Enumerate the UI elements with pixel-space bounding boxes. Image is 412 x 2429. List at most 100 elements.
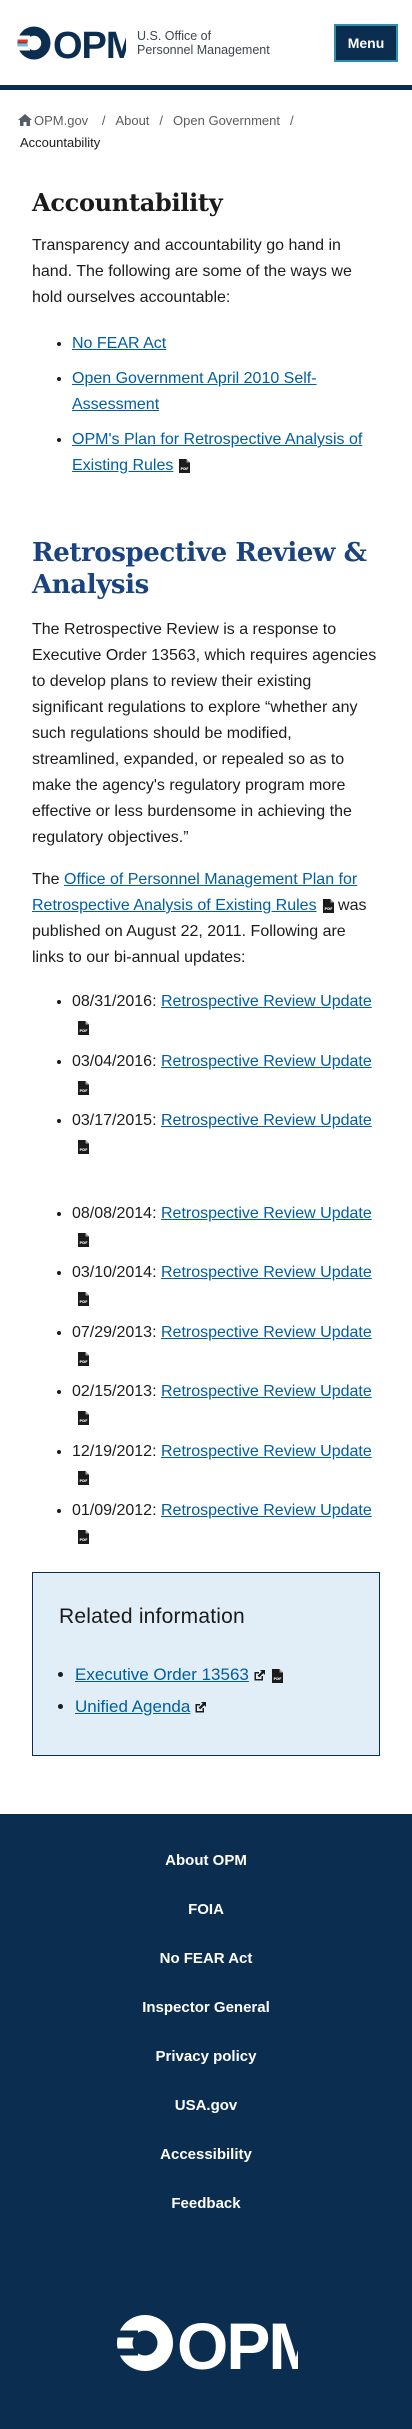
svg-text:PDF: PDF	[79, 1300, 88, 1304]
updates-list-recent: 08/31/2016: Retrospective Review Update P…	[32, 989, 380, 1160]
accountability-intro: Transparency and accountability go hand …	[32, 237, 352, 306]
list-item: Unified Agenda	[75, 1693, 355, 1721]
footer-opm-logo: OPM	[114, 2312, 298, 2374]
list-item: 03/04/2016: Retrospective Review Update P…	[72, 1049, 380, 1101]
svg-text:PDF: PDF	[79, 1538, 88, 1542]
svg-text:PDF: PDF	[273, 1677, 282, 1681]
related-information-heading: Related information	[59, 1605, 245, 1628]
breadcrumb-current: Accountability	[20, 135, 101, 150]
breadcrumb-separator: /	[101, 113, 106, 128]
pdf-icon: PDF	[78, 1232, 89, 1247]
breadcrumb-item-home[interactable]: OPM.gov	[18, 113, 92, 128]
pdf-icon: PDF	[78, 1292, 89, 1306]
list-item: Executive Order 13563 PDF	[75, 1661, 355, 1689]
svg-text:PDF: PDF	[79, 1419, 88, 1423]
agency-line-2: Personnel Management	[137, 42, 270, 57]
update-link[interactable]: Retrospective Review Update	[161, 1205, 372, 1222]
update-date: 03/04/2016:	[72, 1052, 157, 1070]
footer-link-about-opm[interactable]: About OPM	[0, 1851, 412, 1900]
svg-text:PDF: PDF	[324, 907, 333, 911]
update-link[interactable]: Retrospective Review Update	[161, 1112, 372, 1129]
svg-text:OPM: OPM	[53, 25, 126, 61]
update-date: 01/09/2012:	[72, 1502, 157, 1519]
pdf-icon: PDF	[322, 899, 334, 913]
related-links: Executive Order 13563 PDF Unified Agenda	[59, 1661, 355, 1721]
external-link-icon	[254, 1670, 265, 1681]
breadcrumb-item-about[interactable]: About	[115, 113, 149, 128]
footer-link-inspector-general[interactable]: Inspector General	[0, 1998, 412, 2047]
pdf-icon: PDF	[179, 459, 191, 473]
home-icon	[18, 114, 32, 126]
svg-text:PDF: PDF	[79, 1479, 88, 1483]
no-fear-act-link[interactable]: No FEAR Act	[72, 335, 166, 352]
svg-text:PDF: PDF	[79, 1029, 88, 1033]
list-item: 02/15/2013: Retrospective Review Update P…	[72, 1379, 380, 1431]
opm-retrospective-plan-link[interactable]: Office of Personnel Management Plan for …	[32, 871, 357, 914]
update-date: 03/17/2015:	[72, 1112, 157, 1129]
footer-link-usa-gov[interactable]: USA.gov	[0, 2096, 412, 2145]
opm-logo: OPM	[16, 25, 126, 61]
footer-link-no-fear-act[interactable]: No FEAR Act	[0, 1949, 412, 1998]
footer-logo-link[interactable]: OPM	[0, 2312, 412, 2374]
unified-agenda-link[interactable]: Unified Agenda	[75, 1697, 190, 1716]
text: The	[32, 871, 65, 888]
list-item: 12/19/2012: Retrospective Review Update P…	[72, 1439, 380, 1491]
breadcrumb-item-open-government[interactable]: Open Government	[173, 113, 280, 128]
list-item: Open Government April 2010 Self-Assessme…	[72, 366, 380, 418]
retrospective-plan-paragraph: The Office of Personnel Management Plan …	[32, 867, 380, 971]
breadcrumb: OPM.gov / About / Open Government / Accounta…	[0, 90, 412, 154]
accountability-links: No FEAR Act Open Government April 2010 S…	[32, 331, 380, 479]
menu-button[interactable]: Menu	[334, 23, 398, 62]
update-link[interactable]: Retrospective Review Update	[161, 1443, 372, 1460]
pdf-icon: PDF	[78, 1411, 89, 1425]
update-link[interactable]: Retrospective Review Update	[161, 993, 372, 1010]
update-date: 02/15/2013:	[72, 1383, 157, 1400]
list-item: 03/17/2015: Retrospective Review Update P…	[72, 1108, 380, 1160]
retrospective-plan-link[interactable]: OPM's Plan for Retrospective Analysis of…	[72, 431, 362, 474]
update-date: 12/19/2012:	[72, 1442, 157, 1460]
page-title: Accountability	[32, 188, 223, 217]
pdf-icon: PDF	[78, 1530, 89, 1544]
footer-nav: About OPM FOIA No FEAR Act Inspector Gen…	[0, 1851, 412, 2243]
svg-text:PDF: PDF	[181, 467, 190, 471]
list-item: OPM's Plan for Retrospective Analysis of…	[72, 427, 380, 479]
related-information-box: Related information Executive Order 1356…	[32, 1572, 380, 1756]
list-item: No FEAR Act	[72, 331, 380, 357]
pdf-icon: PDF	[78, 1351, 89, 1366]
svg-text:OPM: OPM	[177, 2312, 298, 2374]
update-link[interactable]: Retrospective Review Update	[161, 1383, 372, 1400]
update-date: 08/08/2014:	[72, 1204, 157, 1222]
list-item: 03/10/2014: Retrospective Review Update P…	[72, 1260, 380, 1312]
breadcrumb-label: OPM.gov	[34, 113, 89, 128]
site-footer: About OPM FOIA No FEAR Act Inspector Gen…	[0, 1814, 412, 2429]
update-date: 08/31/2016:	[72, 993, 157, 1010]
footer-link-accessibility[interactable]: Accessibility	[0, 2145, 412, 2194]
main-content: Accountability Transparency and accounta…	[0, 188, 412, 1756]
update-link[interactable]: Retrospective Review Update	[161, 1324, 372, 1341]
list-item: 08/31/2016: Retrospective Review Update P…	[72, 989, 380, 1041]
retrospective-description: The Retrospective Review is a response t…	[32, 621, 377, 846]
update-link[interactable]: Retrospective Review Update	[161, 1053, 372, 1070]
list-item: 07/29/2013: Retrospective Review Update P…	[72, 1320, 380, 1372]
agency-line-1: U.S. Office of	[137, 28, 212, 43]
list-item: 08/08/2014: Retrospective Review Update P…	[72, 1201, 380, 1253]
svg-text:PDF: PDF	[79, 1360, 88, 1364]
breadcrumb-separator: /	[290, 113, 294, 128]
update-date: 03/10/2014:	[72, 1264, 157, 1281]
update-link[interactable]: Retrospective Review Update	[161, 1264, 372, 1281]
pdf-icon: PDF	[78, 1140, 89, 1154]
external-link-icon	[195, 1702, 207, 1713]
update-link[interactable]: Retrospective Review Update	[161, 1502, 372, 1519]
footer-link-foia[interactable]: FOIA	[0, 1900, 412, 1949]
opm-logo-link[interactable]: OPM U.S. Office of Personnel Management	[16, 25, 270, 61]
pdf-icon: PDF	[271, 1669, 283, 1683]
footer-link-privacy-policy[interactable]: Privacy policy	[0, 2047, 412, 2096]
update-date: 07/29/2013:	[72, 1323, 157, 1341]
list-item: 01/09/2012: Retrospective Review Update P…	[72, 1498, 380, 1550]
retrospective-heading: Retrospective Review & Analysis	[32, 538, 367, 600]
executive-order-13563-link[interactable]: Executive Order 13563	[75, 1665, 249, 1684]
breadcrumb-separator: /	[159, 113, 164, 128]
open-government-self-assessment-link[interactable]: Open Government April 2010 Self-Assessme…	[72, 370, 317, 413]
footer-link-feedback[interactable]: Feedback	[0, 2194, 412, 2243]
